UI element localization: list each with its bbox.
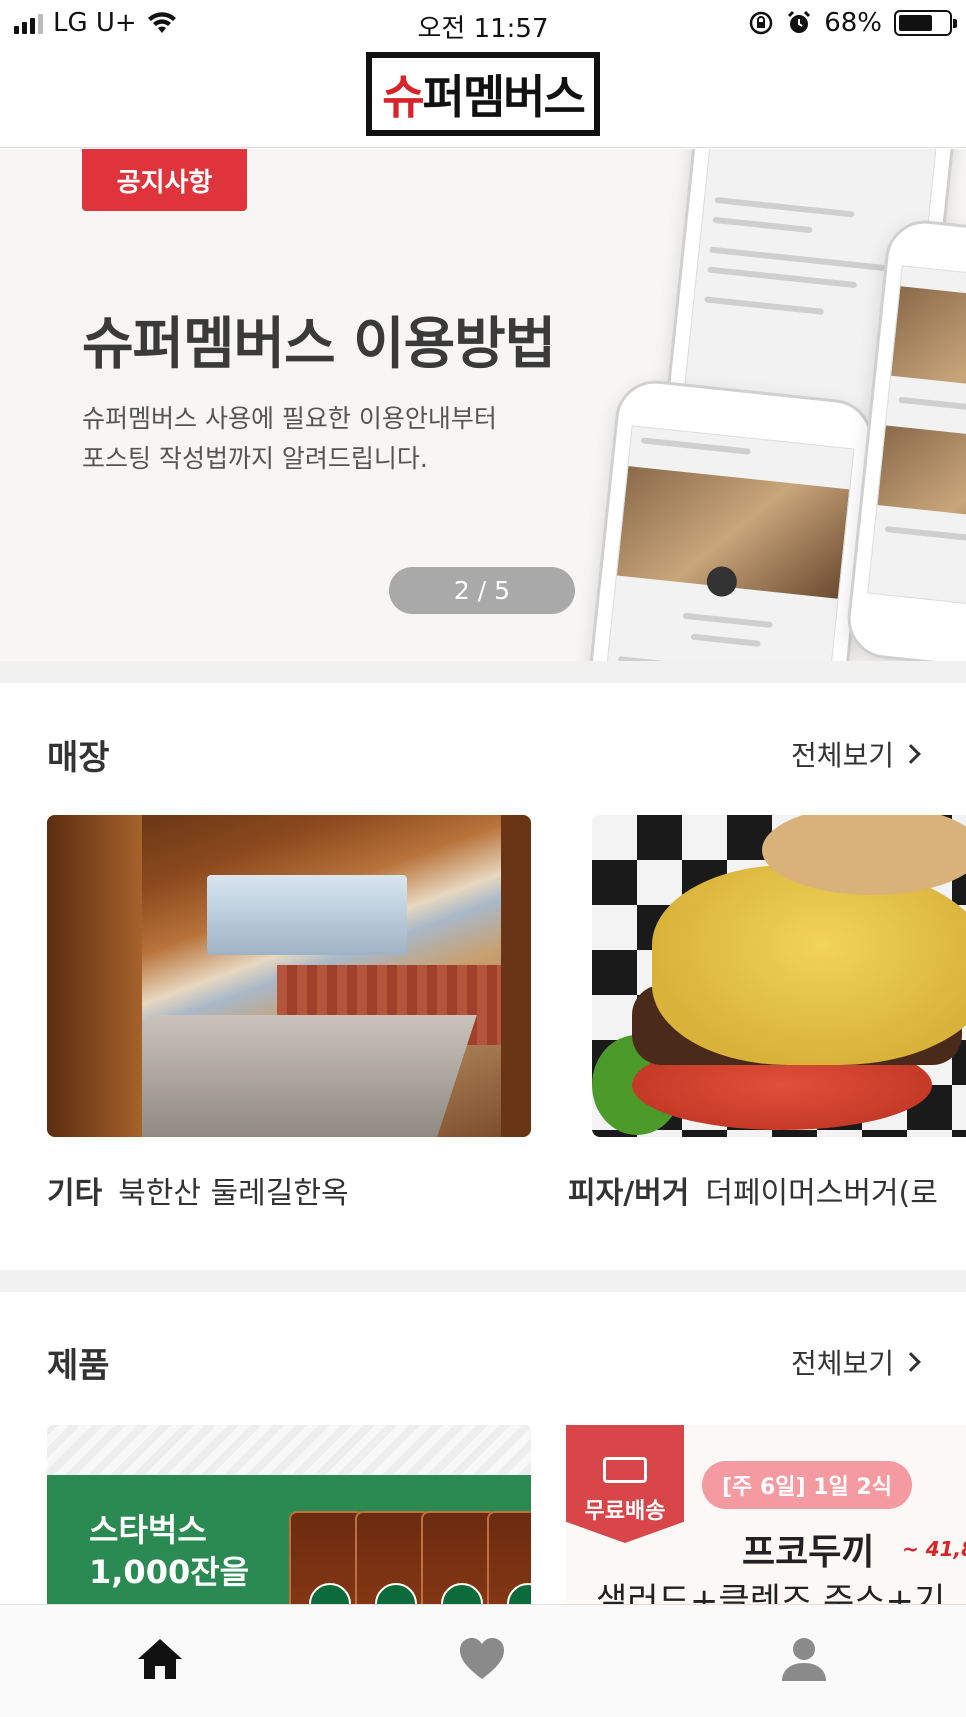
- battery-fill: [899, 15, 932, 31]
- status-bar: LG U+ 오전 11:57 68%: [0, 0, 966, 48]
- banner-page-indicator: 2 / 5: [389, 567, 575, 614]
- product-name: 프코두끼: [742, 1532, 875, 1573]
- phone-screen: [867, 265, 966, 617]
- section-divider: [0, 1270, 966, 1292]
- status-right: 68%: [748, 8, 957, 38]
- heart-icon: [460, 1638, 504, 1679]
- store-card-label-2[interactable]: 피자/버거 더페이머스버거(로: [568, 1168, 938, 1212]
- store-image-hanok[interactable]: [47, 815, 531, 1137]
- chevron-right-icon: [901, 1352, 921, 1372]
- tab-home[interactable]: [130, 1629, 190, 1689]
- bottom-tab-bar: [0, 1604, 966, 1717]
- products-see-all-link[interactable]: 전체보기: [790, 1342, 921, 1382]
- rotation-lock-icon: [749, 11, 773, 35]
- truck-icon: [603, 1457, 647, 1483]
- chevron-right-icon: [901, 744, 921, 764]
- products-section-title: 제품: [47, 1346, 110, 1386]
- home-icon: [138, 1639, 182, 1679]
- store-name: 북한산 둘레길한옥: [118, 1176, 349, 1211]
- product-schedule-pill: [주 6일] 1일 2식: [702, 1461, 912, 1509]
- phone-screen: [597, 425, 855, 661]
- battery-percent: 68%: [824, 8, 882, 38]
- notice-badge: 공지사항: [82, 149, 247, 211]
- tab-favorites[interactable]: [452, 1629, 512, 1689]
- app-header: 슈퍼멤버스: [0, 48, 966, 148]
- phone-mockup-bottom: [573, 376, 877, 661]
- see-all-label: 전체보기: [790, 739, 894, 772]
- banner-title: 슈퍼멤버스 이용방법: [82, 312, 556, 377]
- product-promo-text: 스타벅스 1,000잔을: [89, 1511, 250, 1591]
- logo-text: 슈퍼멤버스: [382, 70, 586, 124]
- product-card-starbucks[interactable]: 스타벅스 1,000잔을: [47, 1425, 531, 1605]
- store-card-label-1[interactable]: 기타 북한산 둘레길한옥: [47, 1168, 349, 1212]
- product-card-salad[interactable]: 무료배송 [주 6일] 1일 2식 프코두끼 ~ 41,80 샐러드+클렌즈 주…: [566, 1425, 966, 1605]
- notice-banner[interactable]: 공지사항 슈퍼멤버스 이용방법 슈퍼멤버스 사용에 필요한 이용안내부터 포스팅…: [0, 149, 966, 661]
- profile-icon: [782, 1638, 826, 1681]
- battery-icon: [894, 10, 957, 36]
- banner-desc-line-1: 슈퍼멤버스 사용에 필요한 이용안내부터: [82, 404, 497, 433]
- stores-see-all-link[interactable]: 전체보기: [790, 734, 921, 774]
- alarm-icon: [788, 10, 811, 33]
- app-logo[interactable]: 슈퍼멤버스: [366, 52, 600, 136]
- free-shipping-badge: 무료배송: [566, 1425, 684, 1543]
- store-category: 피자/버거: [568, 1176, 690, 1211]
- store-name: 더페이머스버거(로: [705, 1176, 938, 1211]
- store-image-burger[interactable]: [592, 815, 966, 1137]
- section-divider: [0, 661, 966, 683]
- see-all-label: 전체보기: [790, 1347, 894, 1380]
- stores-section-title: 매장: [47, 738, 110, 778]
- store-category: 기타: [47, 1176, 103, 1211]
- tab-profile[interactable]: [774, 1629, 834, 1689]
- product-price: ~ 41,80: [902, 1537, 966, 1561]
- banner-description: 슈퍼멤버스 사용에 필요한 이용안내부터 포스팅 작성법까지 알려드립니다.: [82, 399, 602, 479]
- product-subtitle: 샐러드+클렌즈 주스+기: [596, 1581, 946, 1605]
- banner-desc-line-2: 포스팅 작성법까지 알려드립니다.: [82, 444, 428, 473]
- coffee-cups-image: [289, 1511, 531, 1605]
